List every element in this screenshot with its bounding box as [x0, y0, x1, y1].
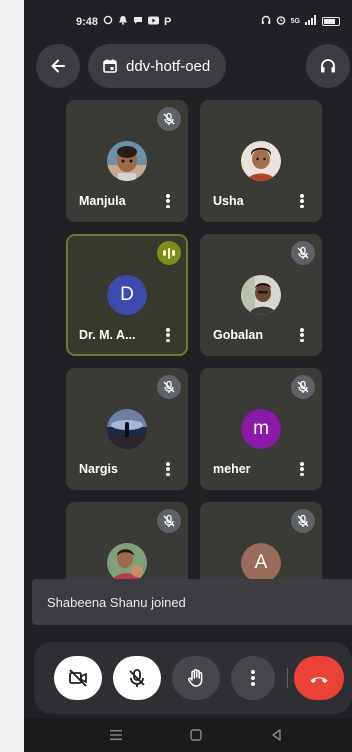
meet-screen: 9:48 P 5G ddv-hotf-oed Manjula Usha D Dr…: [24, 0, 352, 752]
participant-tile-usha[interactable]: Usha: [200, 100, 322, 222]
participant-joined-toast: Shabeena Shanu joined: [32, 579, 352, 625]
avatar: [107, 409, 147, 449]
participant-name: Manjula: [79, 194, 126, 208]
mic-off-icon: [157, 107, 181, 131]
avatar: D: [107, 275, 147, 315]
avatar: [241, 275, 281, 315]
mic-off-icon: [291, 509, 315, 533]
status-time: 9:48: [76, 15, 99, 28]
audio-output-button[interactable]: [306, 44, 350, 88]
more-vert-icon: [251, 670, 255, 686]
speaking-indicator-icon: [157, 241, 181, 265]
camera-toggle-button[interactable]: [54, 656, 102, 700]
back-nav-button[interactable]: [268, 728, 284, 742]
camera-off-icon: [69, 669, 87, 687]
avatar: A: [241, 543, 281, 583]
divider: [287, 668, 288, 688]
end-call-icon: [310, 677, 328, 683]
arrow-back-icon: [51, 59, 65, 73]
mic-off-icon: [157, 375, 181, 399]
participant-tile-manjula[interactable]: Manjula: [66, 100, 188, 222]
more-vert-icon[interactable]: [162, 326, 174, 344]
home-button[interactable]: [188, 728, 204, 742]
mic-off-icon: [291, 375, 315, 399]
end-call-button[interactable]: [294, 656, 344, 700]
mic-off-icon: [129, 669, 145, 687]
participant-name: Dr. M. A...: [79, 328, 136, 342]
battery-icon: [322, 17, 340, 26]
mic-off-icon: [157, 509, 181, 533]
youtube-icon: [148, 16, 160, 28]
meeting-code: ddv-hotf-oed: [126, 57, 211, 75]
signal-icon: [305, 15, 317, 28]
status-letter: P: [164, 15, 172, 28]
calendar-icon: [103, 59, 117, 73]
more-vert-icon[interactable]: [296, 192, 308, 210]
meeting-info-button[interactable]: ddv-hotf-oed: [88, 44, 226, 88]
notification-bell-icon: [118, 15, 128, 28]
participant-name: Nargis: [79, 462, 118, 476]
mic-toggle-button[interactable]: [113, 656, 161, 700]
avatar: [107, 543, 147, 583]
more-options-button[interactable]: [231, 656, 275, 700]
avatar: [241, 141, 281, 181]
headphones-icon: [321, 59, 335, 73]
participant-tile-nargis[interactable]: Nargis: [66, 368, 188, 490]
participant-name: meher: [213, 462, 251, 476]
back-triangle-icon: [272, 729, 281, 741]
more-vert-icon[interactable]: [296, 326, 308, 344]
headphones-icon: [261, 15, 271, 28]
chat-icon: [133, 15, 143, 28]
menu-icon: [110, 730, 122, 740]
alarm-icon: [103, 15, 113, 28]
network-label: 5G: [290, 18, 300, 25]
participant-tile-gobalan[interactable]: Gobalan: [200, 234, 322, 356]
status-bar: 9:48 P 5G: [24, 0, 352, 38]
system-navigation-bar: [24, 718, 352, 752]
call-controls: [34, 642, 352, 714]
more-vert-icon[interactable]: [162, 460, 174, 478]
raise-hand-button[interactable]: [172, 656, 220, 700]
participant-name: Gobalan: [213, 328, 264, 342]
raise-hand-icon: [188, 668, 203, 687]
more-vert-icon[interactable]: [162, 192, 174, 210]
avatar: [107, 141, 147, 181]
back-button[interactable]: [36, 44, 80, 88]
avatar: m: [241, 409, 281, 449]
alarm-clock-icon: [276, 15, 286, 28]
mic-off-icon: [291, 241, 315, 265]
toast-message: Shabeena Shanu joined: [47, 594, 186, 610]
participant-tile-meher[interactable]: m meher: [200, 368, 322, 490]
participant-tile-dr-m-a[interactable]: D Dr. M. A...: [66, 234, 188, 356]
recents-button[interactable]: [108, 728, 124, 742]
participant-name: Usha: [213, 194, 244, 208]
more-vert-icon[interactable]: [296, 460, 308, 478]
home-icon: [190, 729, 202, 741]
